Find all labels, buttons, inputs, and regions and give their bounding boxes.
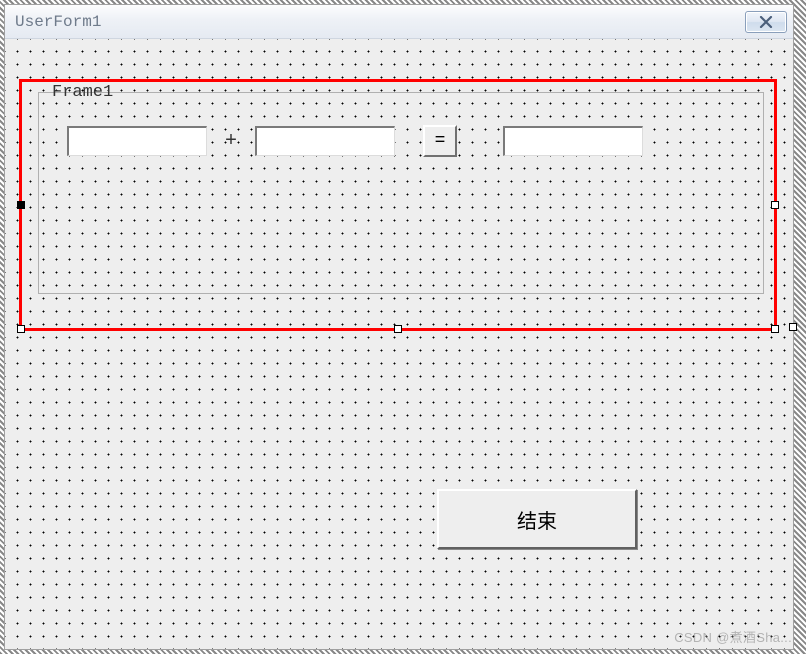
frame1-groupbox[interactable]: Frame1 + = bbox=[38, 92, 764, 294]
titlebar[interactable]: UserForm1 bbox=[5, 5, 793, 39]
window-title: UserForm1 bbox=[15, 13, 101, 31]
close-icon bbox=[759, 16, 773, 28]
frame-content: + = bbox=[39, 125, 763, 157]
resize-handle-bottom-right[interactable] bbox=[771, 325, 779, 333]
plus-label: + bbox=[207, 130, 255, 153]
resize-handle-bottom-mid[interactable] bbox=[394, 325, 402, 333]
end-button-label: 结束 bbox=[517, 505, 557, 534]
frame-caption: Frame1 bbox=[49, 83, 116, 102]
userform-window: UserForm1 Frame1 + = bbox=[4, 4, 794, 650]
resize-handle-bottom-left[interactable] bbox=[17, 325, 25, 333]
design-surface[interactable]: Frame1 + = 结束 bbox=[5, 39, 793, 649]
result-input[interactable] bbox=[503, 126, 643, 156]
equals-button[interactable]: = bbox=[423, 125, 457, 157]
close-button[interactable] bbox=[745, 11, 787, 33]
operand2-input[interactable] bbox=[255, 126, 395, 156]
operand1-input[interactable] bbox=[67, 126, 207, 156]
resize-handle-left[interactable] bbox=[17, 201, 25, 209]
form-resize-handle-right[interactable] bbox=[789, 323, 797, 331]
equals-label: = bbox=[435, 131, 446, 151]
frame-selection[interactable]: Frame1 + = bbox=[19, 79, 777, 331]
end-button[interactable]: 结束 bbox=[437, 489, 637, 549]
resize-handle-right[interactable] bbox=[771, 201, 779, 209]
